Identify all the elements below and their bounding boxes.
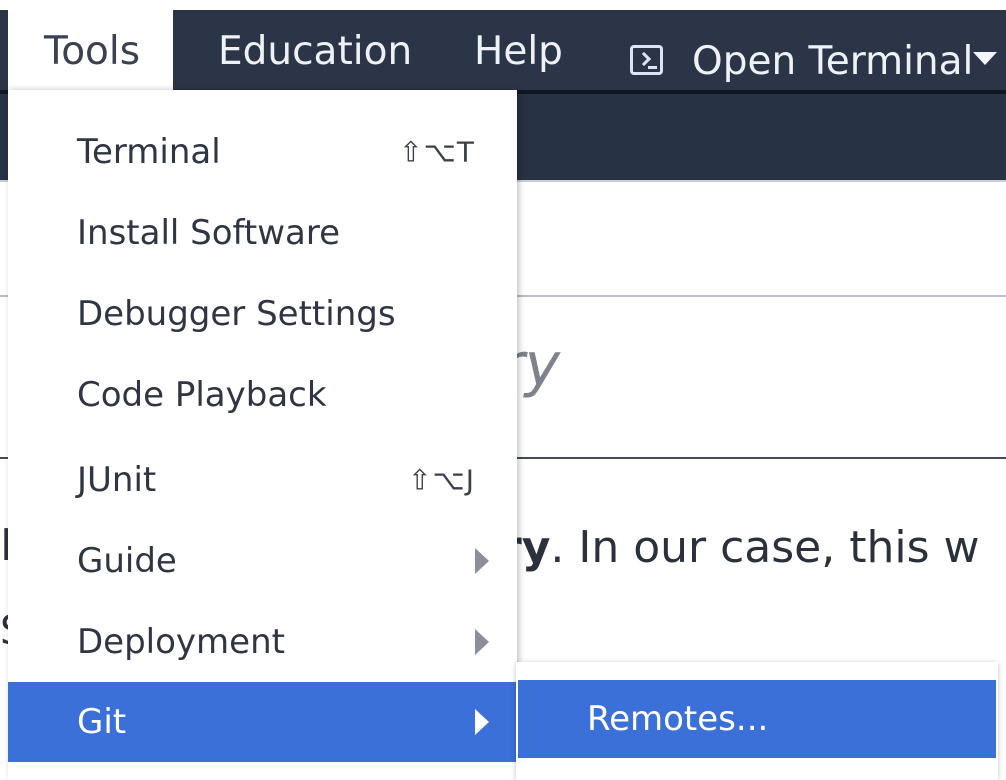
tools-dropdown-menu: Terminal ⇧⌥T Install Software Debugger S… <box>8 90 517 780</box>
submenu-item-remotes[interactable]: Remotes... <box>518 680 996 758</box>
menu-item-terminal[interactable]: Terminal ⇧⌥T <box>8 112 517 192</box>
menu-item-label: Debugger Settings <box>77 294 396 334</box>
menu-tools[interactable]: Tools <box>8 10 173 90</box>
menu-item-deployment[interactable]: Deployment <box>8 602 517 682</box>
menu-item-label: Terminal <box>77 132 221 172</box>
open-terminal-label: Open Terminal <box>692 39 974 84</box>
chevron-right-icon <box>475 709 489 735</box>
doc-body-text: ry. In our case, this w <box>500 522 979 573</box>
terminal-icon <box>630 45 663 75</box>
git-submenu: Remotes... <box>516 662 998 780</box>
menu-item-guide[interactable]: Guide <box>8 521 517 601</box>
menu-item-label: JUnit <box>77 460 157 500</box>
doc-body-rest: . In our case, this w <box>550 522 980 573</box>
shortcut-hint: ⇧⌥J <box>408 463 475 497</box>
top-border <box>0 0 1006 10</box>
menu-item-label: Guide <box>77 541 177 581</box>
chevron-right-icon <box>475 548 489 574</box>
menu-item-label: Deployment <box>77 622 285 662</box>
chevron-down-icon[interactable] <box>973 52 997 65</box>
submenu-item-label: Remotes... <box>587 699 769 739</box>
menu-item-label: Code Playback <box>77 375 327 415</box>
menu-item-git[interactable]: Git <box>8 682 517 762</box>
menu-help[interactable]: Help <box>474 10 563 90</box>
menu-item-junit[interactable]: JUnit ⇧⌥J <box>8 440 517 520</box>
shortcut-hint: ⇧⌥T <box>399 135 475 169</box>
menu-item-label: Git <box>77 702 127 742</box>
chevron-right-icon <box>475 629 489 655</box>
menu-item-debugger-settings[interactable]: Debugger Settings <box>8 274 517 354</box>
menu-education[interactable]: Education <box>218 10 412 90</box>
menu-item-code-playback[interactable]: Code Playback <box>8 355 517 435</box>
menu-item-install-software[interactable]: Install Software <box>8 193 517 273</box>
menu-item-label: Install Software <box>77 213 341 253</box>
